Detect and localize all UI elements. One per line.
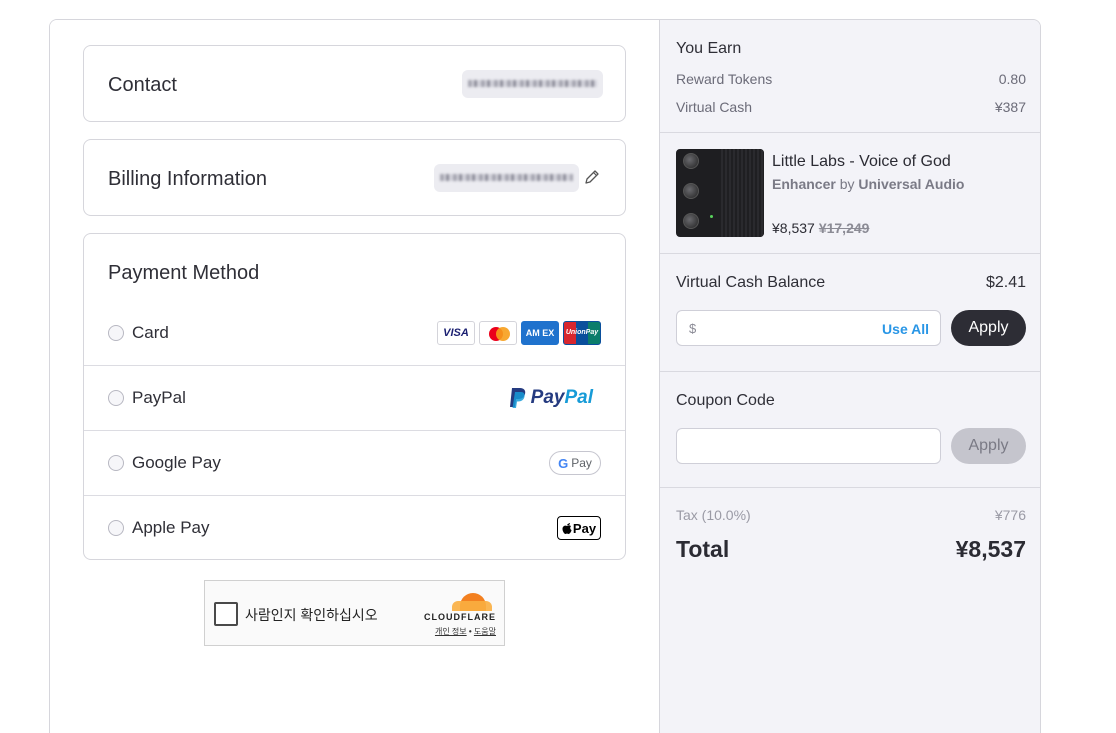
virtual-cash-balance-value: $2.41 <box>985 274 1026 291</box>
google-pay-radio[interactable] <box>108 455 124 471</box>
apple-pay-icon: Pay <box>557 516 601 540</box>
product-subtitle: Enhancer by Universal Audio <box>772 176 964 192</box>
apple-pay-radio[interactable] <box>108 520 124 536</box>
product-name[interactable]: Little Labs - Voice of God <box>772 153 951 171</box>
cloudflare-wordmark: CLOUDFLARE <box>424 612 496 622</box>
google-g-icon: G <box>558 455 569 471</box>
coupon-code-input[interactable] <box>676 428 941 464</box>
you-earn-title: You Earn <box>676 40 742 57</box>
virtual-cash-balance-title: Virtual Cash Balance <box>676 274 826 291</box>
payment-method-title: Payment Method <box>108 262 260 284</box>
google-pay-label: Google Pay <box>132 453 221 472</box>
use-all-button[interactable]: Use All <box>882 321 929 337</box>
paypal-logo-icon: Pay Pal <box>509 387 593 409</box>
billing-card[interactable]: Billing Information <box>83 139 626 216</box>
virtual-cash-input[interactable]: $ Use All <box>676 310 941 346</box>
captcha-privacy-link[interactable]: 개인 정보 <box>435 627 467 636</box>
thumb-panel-stripes <box>721 149 764 237</box>
dollar-prefix: $ <box>689 321 697 336</box>
captcha-checkbox[interactable] <box>214 602 238 626</box>
paypal-radio[interactable] <box>108 390 124 406</box>
mastercard-icon <box>479 320 517 345</box>
product-thumbnail[interactable] <box>676 149 764 237</box>
payment-option-card[interactable]: Card VISA AM EX UnionPay <box>84 300 625 365</box>
billing-title: Billing Information <box>108 168 267 190</box>
cloudflare-logo: CLOUDFLARE 개인 정보 • 도움말 <box>412 593 496 637</box>
payment-method-card: Payment Method Card VISA AM EX UnionPay … <box>83 233 626 560</box>
thumb-knob-icon <box>683 183 699 199</box>
product-by: by <box>839 176 855 192</box>
total-label: Total <box>676 536 730 562</box>
captcha-prompt: 사람인지 확인하십시오 <box>245 607 378 623</box>
coupon-apply-button[interactable]: Apply <box>951 428 1026 464</box>
product-current-price: ¥8,537 <box>772 220 815 236</box>
google-pay-icon: G Pay <box>549 451 601 475</box>
you-earn-section: You Earn Reward Tokens 0.80 Virtual Cash… <box>660 20 1040 133</box>
card-label: Card <box>132 322 169 342</box>
coupon-code-title: Coupon Code <box>676 392 775 409</box>
paypal-label: PayPal <box>132 388 186 407</box>
reward-tokens-label: Reward Tokens <box>676 71 773 87</box>
virtual-cash-label: Virtual Cash <box>676 99 753 115</box>
contact-title: Contact <box>108 74 177 96</box>
captcha-links: 개인 정보 • 도움말 <box>412 626 496 637</box>
amex-icon: AM EX <box>521 320 559 345</box>
thumb-knob-icon <box>683 213 699 229</box>
virtual-cash-balance-section: Virtual Cash Balance $2.41 $ Use All App… <box>660 254 1040 372</box>
google-pay-badge-text: Pay <box>571 456 592 470</box>
checkout-frame: Contact Billing Information Payment Meth… <box>49 19 1041 733</box>
tax-label: Tax (10.0%) <box>676 507 751 523</box>
contact-email-redacted <box>462 70 603 98</box>
payment-option-google-pay[interactable]: Google Pay G Pay <box>84 430 625 495</box>
card-radio[interactable] <box>108 324 124 341</box>
product-price: ¥8,537 ¥17,249 <box>772 220 869 236</box>
reward-tokens-value: 0.80 <box>998 71 1026 87</box>
coupon-code-section: Coupon Code Apply <box>660 372 1040 488</box>
virtual-cash-apply-button[interactable]: Apply <box>951 310 1026 346</box>
total-value: ¥8,537 <box>955 536 1026 562</box>
thumb-led-icon <box>710 215 713 218</box>
paypal-p-icon <box>509 388 525 408</box>
product-category: Enhancer <box>772 176 836 192</box>
card-brands: VISA AM EX UnionPay <box>437 320 601 345</box>
billing-address-redacted <box>434 164 579 192</box>
product-old-price: ¥17,249 <box>818 220 870 236</box>
apple-pay-label: Apple Pay <box>132 518 210 537</box>
visa-icon: VISA <box>437 320 475 345</box>
cloudflare-captcha: 사람인지 확인하십시오 CLOUDFLARE 개인 정보 • 도움말 <box>204 580 505 646</box>
product-line-item: Little Labs - Voice of God Enhancer by U… <box>660 133 1040 254</box>
apple-pay-badge-text: Pay <box>572 520 597 536</box>
paypal-word-pal: Pal <box>564 387 593 408</box>
payment-option-paypal[interactable]: PayPal Pay Pal <box>84 365 625 430</box>
order-summary-panel: You Earn Reward Tokens 0.80 Virtual Cash… <box>659 20 1040 733</box>
tax-value: ¥776 <box>994 507 1026 523</box>
contact-card[interactable]: Contact <box>83 45 626 122</box>
cloudflare-cloud-icon <box>452 593 492 611</box>
pencil-icon[interactable] <box>584 169 600 185</box>
virtual-cash-value: ¥387 <box>994 99 1026 115</box>
thumb-knob-icon <box>683 153 699 169</box>
totals-section: Tax (10.0%) ¥776 Total ¥8,537 <box>660 488 1040 588</box>
unionpay-icon: UnionPay <box>563 320 601 345</box>
checkout-left-column: Contact Billing Information Payment Meth… <box>50 20 659 733</box>
product-vendor[interactable]: Universal Audio <box>858 176 964 192</box>
payment-option-apple-pay[interactable]: Apple Pay Pay <box>84 495 625 560</box>
paypal-word-pay: Pay <box>530 387 565 408</box>
captcha-link-separator: • <box>468 627 472 636</box>
captcha-help-link[interactable]: 도움말 <box>474 627 496 636</box>
apple-logo-icon <box>562 523 572 534</box>
